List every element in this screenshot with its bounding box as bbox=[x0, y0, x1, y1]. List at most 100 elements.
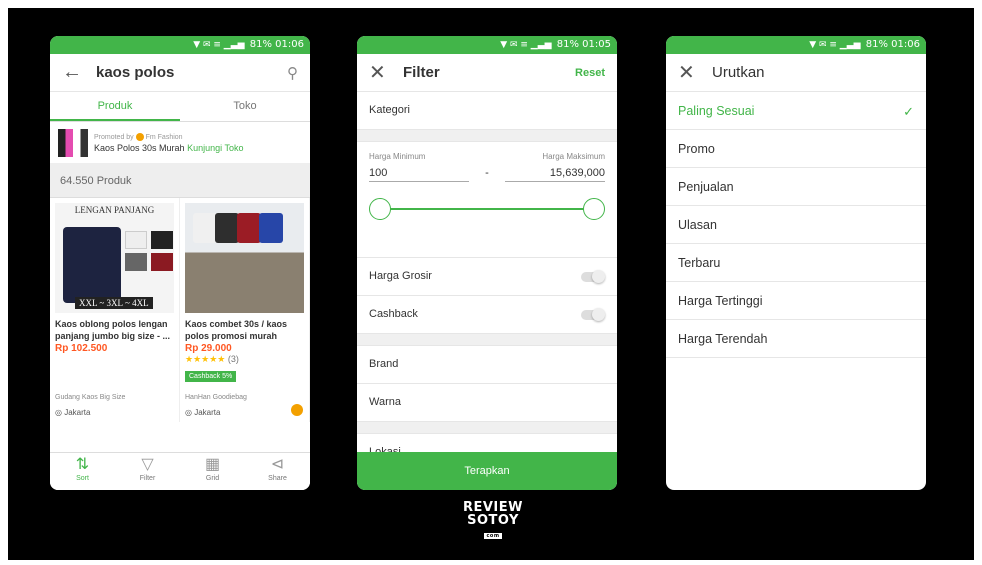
brand-row[interactable]: Brand bbox=[357, 346, 617, 384]
rating-stars: ★★★★★ (3) bbox=[185, 354, 304, 365]
sort-option-label: Paling Sesuai bbox=[678, 104, 755, 118]
clock: 01:06 bbox=[275, 39, 304, 50]
slider-track bbox=[379, 208, 595, 210]
min-price-input[interactable]: 100 bbox=[369, 167, 469, 182]
nav-filter[interactable]: ▽ Filter bbox=[115, 453, 180, 490]
shirt-graphic bbox=[259, 213, 283, 243]
brand-label: Brand bbox=[369, 358, 399, 370]
shirt-swatch bbox=[125, 253, 147, 271]
visit-store-link[interactable]: Kunjungi Toko bbox=[187, 143, 243, 153]
shirt-swatch bbox=[125, 231, 147, 249]
checkmark-icon: ✓ bbox=[903, 104, 914, 119]
battery-level: 81% bbox=[556, 39, 579, 50]
filter-title: Filter bbox=[403, 64, 440, 81]
close-icon[interactable]: ✕ bbox=[678, 60, 704, 85]
watermark-logo: REVIEW SOTOY com bbox=[450, 501, 536, 540]
search-query[interactable]: kaos polos bbox=[96, 64, 287, 81]
nav-share[interactable]: ⊲ Share bbox=[245, 453, 310, 490]
nav-grid-label: Grid bbox=[205, 475, 220, 482]
section-divider bbox=[357, 422, 617, 434]
shirt-graphic bbox=[193, 213, 217, 243]
phone-filter: ▼ ✉ ≡ ▁▃▅ 81% 01:05 ✕ Filter Reset Kateg… bbox=[357, 36, 617, 490]
watermark-tag: com bbox=[484, 533, 502, 539]
cashback-badge: Cashback 5% bbox=[185, 371, 237, 382]
shirt-graphic bbox=[63, 227, 121, 303]
reset-button[interactable]: Reset bbox=[575, 67, 605, 79]
filter-app-bar: ✕ Filter Reset bbox=[357, 54, 617, 92]
product-name: Kaos oblong polos lengan panjang jumbo b… bbox=[55, 319, 171, 341]
slider-max-handle[interactable] bbox=[583, 198, 605, 220]
color-row[interactable]: Warna bbox=[357, 384, 617, 422]
close-icon[interactable]: ✕ bbox=[369, 60, 395, 85]
shirt-swatch bbox=[151, 253, 173, 271]
nav-share-label: Share bbox=[268, 475, 287, 482]
watermark-line2: SOTOY bbox=[467, 513, 519, 528]
tab-toko[interactable]: Toko bbox=[180, 92, 310, 121]
search-app-bar: ← kaos polos ⚲ bbox=[50, 54, 310, 92]
sort-option-terbaru[interactable]: Terbaru bbox=[666, 244, 926, 282]
location-pin-icon: ◎ bbox=[55, 408, 62, 417]
product-image: LENGAN PANJANG XXL ~ 3XL ~ 4XL bbox=[55, 203, 174, 313]
promo-store-name: Fm Fashion bbox=[145, 133, 183, 141]
image-caption: LENGAN PANJANG bbox=[74, 205, 155, 215]
category-row[interactable]: Kategori bbox=[357, 92, 617, 130]
phone-sort: ▼ ✉ ≡ ▁▃▅ 81% 01:06 ✕ Urutkan Paling Ses… bbox=[666, 36, 926, 490]
sort-option-label: Penjualan bbox=[678, 180, 734, 194]
status-icons: ▼ ✉ ≡ ▁▃▅ bbox=[500, 40, 552, 50]
shop-location: ◎ Jakarta bbox=[55, 408, 90, 417]
result-tabs: Produk Toko bbox=[50, 92, 310, 122]
cashback-row[interactable]: Cashback bbox=[357, 296, 617, 334]
result-count: 64.550 Produk bbox=[50, 164, 310, 198]
nav-grid[interactable]: ▦ Grid bbox=[180, 453, 245, 490]
product-card[interactable]: LENGAN PANJANG XXL ~ 3XL ~ 4XL Kaos oblo… bbox=[50, 198, 180, 422]
product-price: Rp 29.000 bbox=[185, 343, 232, 354]
store-badge-icon bbox=[135, 132, 144, 141]
status-icons: ▼ ✉ ≡ ▁▃▅ bbox=[193, 40, 245, 50]
shirt-graphic bbox=[237, 213, 261, 243]
sort-option-label: Terbaru bbox=[678, 256, 721, 270]
product-card[interactable]: Kaos combet 30s / kaos polos promosi mur… bbox=[180, 198, 310, 422]
price-range-slider[interactable] bbox=[369, 198, 605, 220]
sort-option-penjualan[interactable]: Penjualan bbox=[666, 168, 926, 206]
sort-icon: ⇅ bbox=[75, 456, 90, 473]
product-name: Kaos combet 30s / kaos polos promosi mur… bbox=[185, 319, 288, 341]
shop-location: ◎ Jakarta bbox=[185, 408, 220, 417]
sort-option-promo[interactable]: Promo bbox=[666, 130, 926, 168]
status-bar: ▼ ✉ ≡ ▁▃▅ 81% 01:06 bbox=[666, 36, 926, 54]
category-label: Kategori bbox=[369, 104, 410, 116]
min-price-label: Harga Minimum bbox=[369, 152, 426, 161]
sort-option-harga-terendah[interactable]: Harga Terendah bbox=[666, 320, 926, 358]
back-arrow-icon[interactable]: ← bbox=[62, 61, 88, 84]
max-price-input[interactable]: 15,639,000 bbox=[504, 167, 605, 182]
battery-level: 81% bbox=[249, 39, 272, 50]
shop-name: HanHan Goodiebag bbox=[185, 394, 247, 401]
sort-option-paling-sesuai[interactable]: Paling Sesuai ✓ bbox=[666, 92, 926, 130]
nav-filter-label: Filter bbox=[139, 475, 156, 482]
sort-app-bar: ✕ Urutkan bbox=[666, 54, 926, 92]
wholesale-toggle[interactable] bbox=[581, 270, 605, 283]
grid-icon: ▦ bbox=[204, 456, 221, 473]
product-grid: LENGAN PANJANG XXL ~ 3XL ~ 4XL Kaos oblo… bbox=[50, 198, 310, 422]
sort-title: Urutkan bbox=[712, 64, 765, 81]
search-icon[interactable]: ⚲ bbox=[287, 64, 298, 82]
clock: 01:06 bbox=[891, 39, 920, 50]
wholesale-label: Harga Grosir bbox=[369, 270, 432, 282]
nav-sort-label: Sort bbox=[76, 475, 89, 482]
wholesale-row[interactable]: Harga Grosir bbox=[357, 258, 617, 296]
promoted-banner[interactable]: Promoted by Fm Fashion Kaos Polos 30s Mu… bbox=[50, 122, 310, 164]
promoted-by-label: Promoted by bbox=[94, 133, 134, 141]
max-price-label: Harga Maksimum bbox=[542, 152, 605, 161]
section-divider bbox=[357, 334, 617, 346]
sort-option-ulasan[interactable]: Ulasan bbox=[666, 206, 926, 244]
nav-sort[interactable]: ⇅ Sort bbox=[50, 453, 115, 490]
product-price: Rp 102.500 bbox=[55, 343, 108, 354]
apply-button[interactable]: Terapkan bbox=[357, 452, 617, 490]
slider-min-handle[interactable] bbox=[369, 198, 391, 220]
sort-option-harga-tertinggi[interactable]: Harga Tertinggi bbox=[666, 282, 926, 320]
tab-produk[interactable]: Produk bbox=[50, 92, 180, 121]
color-label: Warna bbox=[369, 396, 401, 408]
image-size-label: XXL ~ 3XL ~ 4XL bbox=[75, 297, 153, 309]
promo-thumbnail bbox=[58, 128, 88, 157]
cashback-toggle[interactable] bbox=[581, 308, 605, 321]
product-image bbox=[185, 203, 304, 313]
